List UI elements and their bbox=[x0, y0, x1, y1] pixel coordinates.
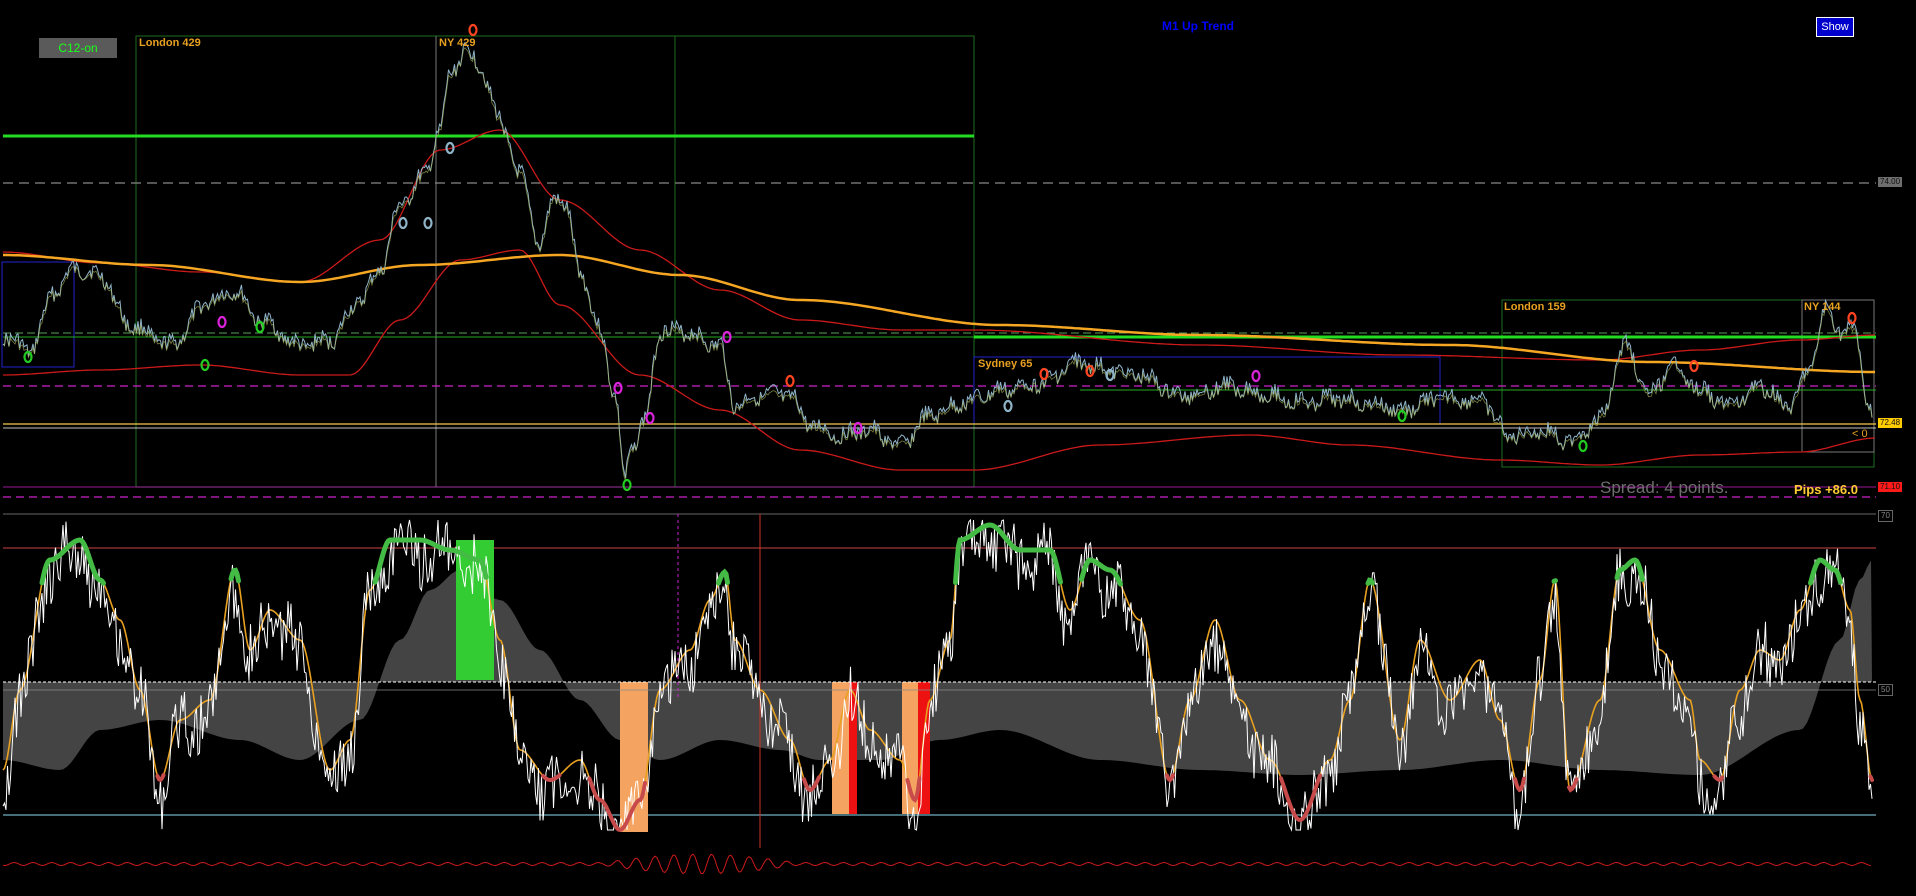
session-label-sydney: Sydney 65 bbox=[978, 358, 1033, 370]
overbought-highlight bbox=[1551, 578, 1558, 584]
overbought-highlight bbox=[1365, 577, 1375, 586]
trend-label: M1 Up Trend bbox=[1162, 19, 1235, 33]
session-label-london-2: London 159 bbox=[1504, 301, 1566, 313]
spread-label: Spread: 4 points. bbox=[1600, 478, 1729, 497]
c12-toggle-button[interactable]: C12-on bbox=[39, 38, 117, 58]
price-tag-lower: 71.10 bbox=[1878, 482, 1903, 492]
oversold-highlight bbox=[1868, 774, 1874, 782]
price-tag-upper: 74.00 bbox=[1878, 177, 1903, 187]
session-label-ny-2: NY 144 bbox=[1804, 301, 1841, 313]
osc-scale-mid: 50 bbox=[1878, 684, 1893, 696]
trading-chart[interactable] bbox=[0, 0, 1916, 896]
right-marker: < 0 bbox=[1852, 428, 1868, 440]
price-tag-current: 72.48 bbox=[1878, 418, 1903, 428]
session-label-ny: NY 429 bbox=[439, 37, 476, 49]
show-button[interactable]: Show bbox=[1816, 17, 1854, 37]
pips-label: Pips +86.0 bbox=[1794, 482, 1858, 497]
session-label-london: London 429 bbox=[139, 37, 201, 49]
osc-scale-top: 70 bbox=[1878, 510, 1893, 522]
